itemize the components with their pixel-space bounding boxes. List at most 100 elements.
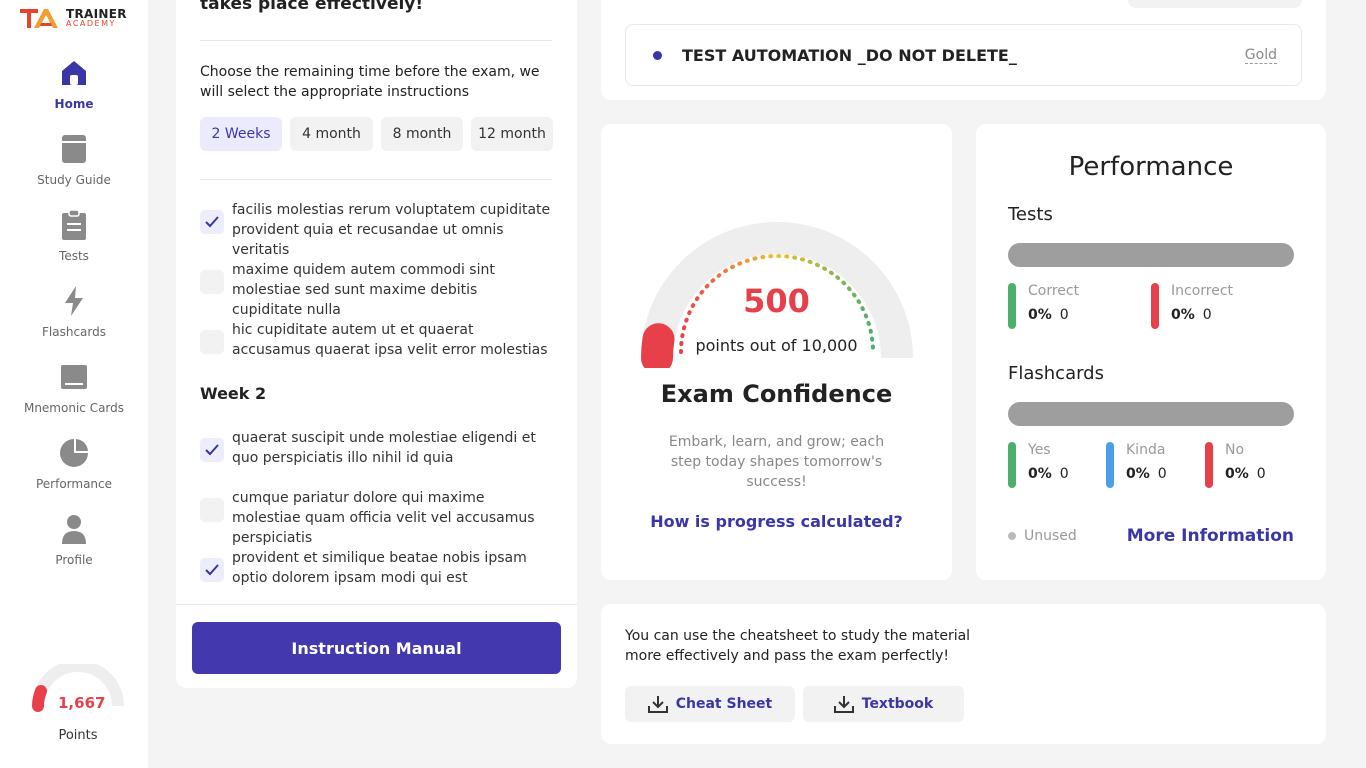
- period-option-4-month[interactable]: 4 month: [290, 117, 373, 151]
- task-text: quaerat suscipit unde molestiae eligendi…: [232, 430, 536, 466]
- textbook-button[interactable]: Textbook: [803, 686, 964, 722]
- task-checkbox[interactable]: [200, 330, 224, 354]
- confidence-description: Embark, learn, and grow; each step today…: [668, 434, 885, 490]
- points-gauge: 1,667: [28, 660, 128, 718]
- task-text: hic cupiditate autem ut et quaerat accus…: [232, 322, 548, 358]
- cheat-sheet-button[interactable]: Cheat Sheet: [625, 686, 795, 722]
- unused-dot: [1008, 532, 1016, 540]
- period-option-12-month[interactable]: 12 month: [471, 117, 553, 151]
- task-checkbox[interactable]: [200, 438, 224, 462]
- stat-incorrect: Incorrect 0% 0: [1151, 283, 1233, 329]
- stat-percent: 0%: [1171, 307, 1195, 323]
- exam-tier[interactable]: Gold: [1244, 47, 1277, 64]
- more-information-link[interactable]: More Information: [1127, 526, 1294, 546]
- sidebar-item-performance[interactable]: Performance: [0, 438, 148, 491]
- task-text: facilis molestias rerum voluptatem cupid…: [232, 202, 551, 258]
- sidebar-item-flashcards[interactable]: Flashcards: [0, 286, 148, 339]
- sidebar-item-label: Tests: [59, 249, 89, 263]
- unused-legend: Unused: [1008, 528, 1077, 544]
- stat-kinda: Kinda 0% 0: [1106, 442, 1167, 488]
- task-text: maxime quidem autem commodi sint molesti…: [232, 262, 495, 318]
- sidebar-item-mnemonic-cards[interactable]: Mnemonic Cards: [0, 362, 148, 415]
- exam-confidence-card: 500 points out of 10,000 Exam Confidence…: [601, 124, 952, 580]
- task-item: facilis molestias rerum voluptatem cupid…: [200, 200, 552, 260]
- confidence-score: 500: [743, 282, 810, 320]
- stat-name: Kinda: [1126, 442, 1166, 458]
- brand-tagline: ACADEMY: [66, 19, 116, 28]
- period-option-2-weeks[interactable]: 2 Weeks: [200, 117, 282, 151]
- stat-name: Correct: [1028, 283, 1080, 299]
- cheatsheet-card: You can use the cheatsheet to study the …: [601, 604, 1326, 744]
- textbook-label: Textbook: [861, 696, 934, 712]
- stat-no: No 0% 0: [1205, 442, 1266, 488]
- brand-logo[interactable]: TRAINER ACADEMY: [20, 6, 127, 30]
- sidebar-item-label: Flashcards: [42, 325, 106, 339]
- stat-percent: 0%: [1028, 307, 1052, 323]
- divider: [200, 179, 552, 180]
- stat-count: 0: [1256, 466, 1266, 482]
- task-checkbox[interactable]: [200, 270, 224, 294]
- stat-name: Incorrect: [1171, 283, 1234, 299]
- stat-name: No: [1225, 442, 1245, 458]
- logo-text: TRAINER ACADEMY: [66, 8, 127, 28]
- stat-stripe: [1106, 442, 1114, 488]
- task-checkbox[interactable]: [200, 498, 224, 522]
- task-text: provident et similique beatae nobis ipsa…: [232, 550, 527, 586]
- sidebar-item-study-guide[interactable]: Study Guide: [0, 134, 148, 187]
- week-2-title: Week 2: [200, 384, 267, 403]
- confidence-title: Exam Confidence: [660, 380, 893, 408]
- stat-stripe: [1008, 283, 1016, 329]
- user-icon: [59, 514, 89, 544]
- progress-info-link[interactable]: How is progress calculated?: [601, 512, 952, 531]
- card-icon: [59, 362, 89, 392]
- stat-correct: Correct 0% 0: [1008, 283, 1079, 329]
- stat-stripe: [1205, 442, 1213, 488]
- stat-stripe: [1008, 442, 1016, 488]
- check-icon: [205, 564, 219, 576]
- stat-name: Yes: [1028, 442, 1051, 458]
- instruction-manual-button[interactable]: Instruction Manual: [192, 622, 561, 674]
- sidebar-item-label: Study Guide: [37, 173, 111, 187]
- exam-radio[interactable]: [648, 46, 666, 64]
- book-icon: [59, 134, 89, 164]
- check-icon: [205, 216, 219, 228]
- clipboard-icon: [59, 210, 89, 240]
- points-label: Points: [58, 728, 98, 743]
- stat-count: 0: [1157, 466, 1167, 482]
- divider: [200, 40, 552, 41]
- sidebar-item-label: Mnemonic Cards: [23, 401, 125, 415]
- sidebar-item-tests[interactable]: Tests: [0, 210, 148, 263]
- download-icon: [647, 696, 668, 713]
- flashcards-progress-bar: [1008, 402, 1294, 426]
- flashcards-label: Flashcards: [1008, 363, 1104, 384]
- task-item: cumque pariatur dolore qui maxime molest…: [200, 488, 552, 548]
- sidebar-item-label: Profile: [55, 553, 93, 567]
- study-plan-card: takes place effectively! Choose the rema…: [176, 0, 577, 688]
- task-checkbox[interactable]: [200, 558, 224, 582]
- pie-chart-icon: [59, 438, 89, 468]
- performance-title: Performance: [1068, 152, 1234, 182]
- exam-card-tab[interactable]: [1128, 0, 1302, 8]
- stat-percent: 0%: [1225, 466, 1249, 482]
- task-item: maxime quidem autem commodi sint molesti…: [200, 260, 552, 320]
- home-icon: [59, 58, 89, 88]
- period-option-8-month[interactable]: 8 month: [381, 117, 463, 151]
- sidebar-item-home[interactable]: Home: [0, 58, 148, 111]
- sidebar-item-profile[interactable]: Profile: [0, 514, 148, 567]
- exam-option[interactable]: TEST AUTOMATION _DO NOT DELETE_ Gold: [625, 24, 1302, 86]
- sidebar: TRAINER ACADEMY Home Study Guide Tests F…: [0, 0, 148, 768]
- task-item: quaerat suscipit unde molestiae eligendi…: [200, 428, 552, 468]
- check-icon: [205, 444, 219, 456]
- exam-select-card: TEST AUTOMATION _DO NOT DELETE_ Gold: [601, 0, 1326, 100]
- cheat-sheet-label: Cheat Sheet: [675, 696, 773, 712]
- task-item: provident et similique beatae nobis ipsa…: [200, 548, 552, 588]
- logo-icon: [20, 7, 64, 29]
- cheatsheet-description: You can use the cheatsheet to study the …: [625, 628, 971, 664]
- sidebar-item-label: Performance: [35, 477, 113, 491]
- performance-card: Performance Tests Correct 0% 0 Incorrect …: [976, 124, 1326, 580]
- task-checkbox[interactable]: [200, 210, 224, 234]
- task-item: hic cupiditate autem ut et quaerat accus…: [200, 320, 552, 360]
- radio-dot: [652, 50, 662, 60]
- tests-progress-bar: [1008, 243, 1294, 267]
- lightning-icon: [59, 286, 89, 316]
